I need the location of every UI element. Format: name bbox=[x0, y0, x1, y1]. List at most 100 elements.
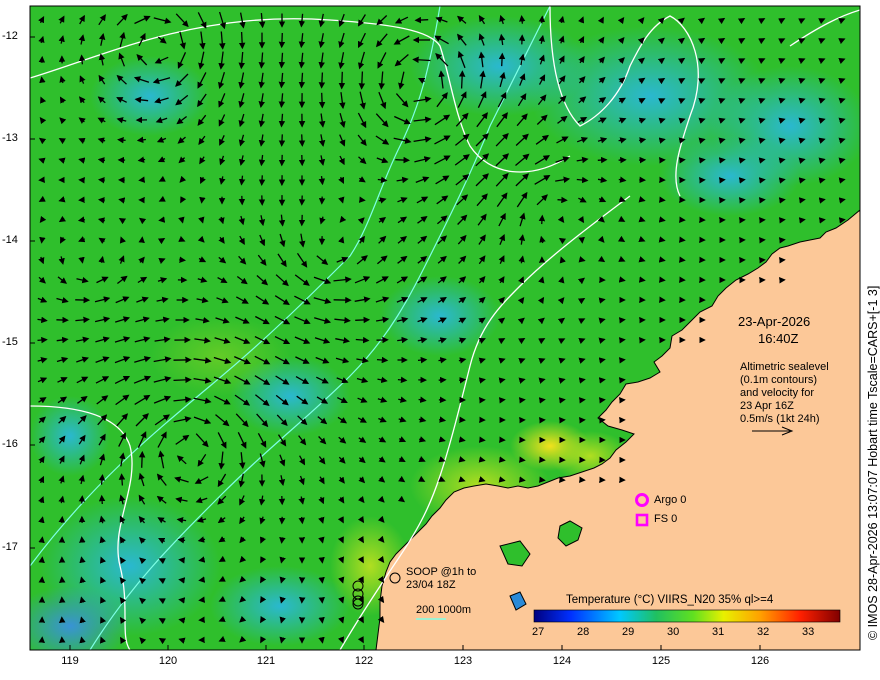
velocity-arrow bbox=[79, 536, 86, 543]
velocity-arrow bbox=[179, 256, 186, 263]
velocity-arrow bbox=[538, 476, 546, 483]
soop-label: SOOP @1h to 23/04 18Z bbox=[406, 566, 476, 592]
velocity-arrow bbox=[498, 52, 506, 67]
velocity-arrow bbox=[78, 54, 86, 65]
velocity-arrow bbox=[278, 32, 286, 49]
soop-label-line: SOOP @1h to bbox=[406, 566, 477, 578]
velocity-arrow bbox=[558, 397, 566, 404]
velocity-arrow bbox=[118, 473, 126, 486]
colorbar-tick: 33 bbox=[802, 626, 815, 638]
velocity-arrow bbox=[38, 556, 45, 564]
lat-tick: -16 bbox=[2, 438, 18, 450]
velocity-arrow bbox=[98, 177, 105, 184]
lat-tick: -13 bbox=[2, 132, 18, 144]
map-panel: 23-Apr-2026 16:40Z Altimetric sealevel (… bbox=[30, 6, 860, 650]
lon-tick: 125 bbox=[651, 655, 671, 667]
velocity-arrow bbox=[138, 450, 146, 468]
velocity-arrow bbox=[397, 376, 408, 384]
lon-tick: 122 bbox=[354, 655, 374, 667]
velocity-arrow bbox=[376, 356, 389, 364]
colorbar-tick: 30 bbox=[667, 626, 680, 638]
colorbar-tick: 27 bbox=[532, 626, 545, 638]
colorbar-tick: 28 bbox=[577, 626, 590, 638]
velocity-arrow bbox=[318, 616, 325, 624]
colorbar bbox=[533, 609, 841, 623]
velocity-arrow bbox=[458, 70, 466, 89]
velocity-arrow bbox=[597, 156, 608, 164]
velocity-arrow bbox=[678, 236, 686, 243]
velocity-arrow bbox=[177, 537, 186, 544]
lat-tick: -12 bbox=[2, 30, 18, 42]
velocity-arrow bbox=[198, 576, 206, 583]
velocity-arrow bbox=[358, 71, 366, 90]
colorbar-tick: 32 bbox=[757, 626, 770, 638]
velocity-arrow bbox=[238, 31, 246, 50]
velocity-arrow bbox=[414, 16, 429, 24]
velocity-arrow bbox=[518, 456, 526, 463]
velocity-arrow bbox=[258, 175, 266, 186]
velocity-arrow bbox=[38, 536, 45, 544]
description-line: (0.1m contours) bbox=[740, 374, 818, 386]
velocity-arrow bbox=[417, 356, 428, 364]
description-line: and velocity for bbox=[740, 387, 814, 399]
fs-label: FS 0 bbox=[654, 513, 678, 525]
velocity-arrow bbox=[518, 476, 526, 483]
velocity-arrow bbox=[298, 516, 305, 525]
velocity-arrow bbox=[338, 71, 346, 90]
description-block: Altimetric sealevel (0.1m contours) and … bbox=[740, 361, 829, 426]
velocity-arrow bbox=[718, 177, 726, 184]
velocity-arrow bbox=[158, 216, 166, 223]
velocity-arrow bbox=[538, 214, 546, 225]
lon-tick: 121 bbox=[256, 655, 276, 667]
velocity-arrow bbox=[778, 217, 786, 224]
velocity-arrow bbox=[173, 376, 192, 384]
lon-tick: 124 bbox=[552, 655, 572, 667]
velocity-arrow bbox=[278, 134, 286, 147]
velocity-arrow bbox=[478, 436, 486, 443]
velocity-arrow bbox=[598, 397, 606, 404]
velocity-arrow bbox=[658, 276, 666, 283]
timestamp-date: 23-Apr-2026 bbox=[738, 314, 811, 329]
velocity-arrow bbox=[298, 134, 306, 147]
velocity-arrow bbox=[578, 236, 585, 244]
velocity-arrow bbox=[718, 157, 726, 164]
velocity-arrow bbox=[738, 197, 746, 204]
lat-tick: -14 bbox=[2, 234, 18, 246]
velocity-arrow bbox=[279, 536, 286, 544]
velocity-arrow bbox=[117, 136, 126, 144]
colorbar-tick: 31 bbox=[712, 626, 725, 638]
velocity-arrow bbox=[178, 597, 186, 604]
velocity-arrow bbox=[39, 236, 46, 244]
velocity-arrow bbox=[678, 157, 686, 164]
colorbar-tick: 29 bbox=[622, 626, 635, 638]
velocity-arrow bbox=[355, 316, 371, 324]
velocity-arrow bbox=[618, 357, 626, 364]
velocity-arrow bbox=[138, 236, 145, 244]
velocity-arrow bbox=[199, 196, 206, 204]
velocity-arrow bbox=[598, 377, 606, 384]
velocity-arrow bbox=[318, 596, 325, 604]
velocity-arrow bbox=[778, 197, 786, 204]
description-line: Altimetric sealevel bbox=[740, 361, 829, 373]
velocity-arrow bbox=[538, 397, 546, 404]
velocity-arrow bbox=[78, 495, 86, 504]
velocity-arrow bbox=[618, 337, 626, 344]
velocity-arrow bbox=[758, 177, 766, 184]
depth-label: 200 1000m bbox=[416, 604, 472, 616]
velocity-arrow bbox=[518, 397, 526, 404]
velocity-arrow bbox=[658, 196, 666, 203]
velocity-arrow bbox=[318, 556, 325, 564]
velocity-arrow bbox=[518, 15, 526, 24]
velocity-arrow bbox=[395, 156, 410, 164]
argo-label: Argo 0 bbox=[654, 494, 687, 506]
velocity-arrow bbox=[638, 276, 646, 283]
description-line: 23 Apr 16Z bbox=[740, 400, 794, 412]
lon-tick: 120 bbox=[158, 655, 178, 667]
lon-tick: 119 bbox=[61, 655, 79, 667]
velocity-arrow bbox=[618, 377, 626, 384]
velocity-arrow bbox=[498, 456, 506, 463]
velocity-arrow bbox=[798, 217, 806, 224]
velocity-arrow bbox=[37, 336, 48, 344]
velocity-arrow bbox=[98, 494, 106, 505]
velocity-arrow bbox=[578, 397, 586, 404]
